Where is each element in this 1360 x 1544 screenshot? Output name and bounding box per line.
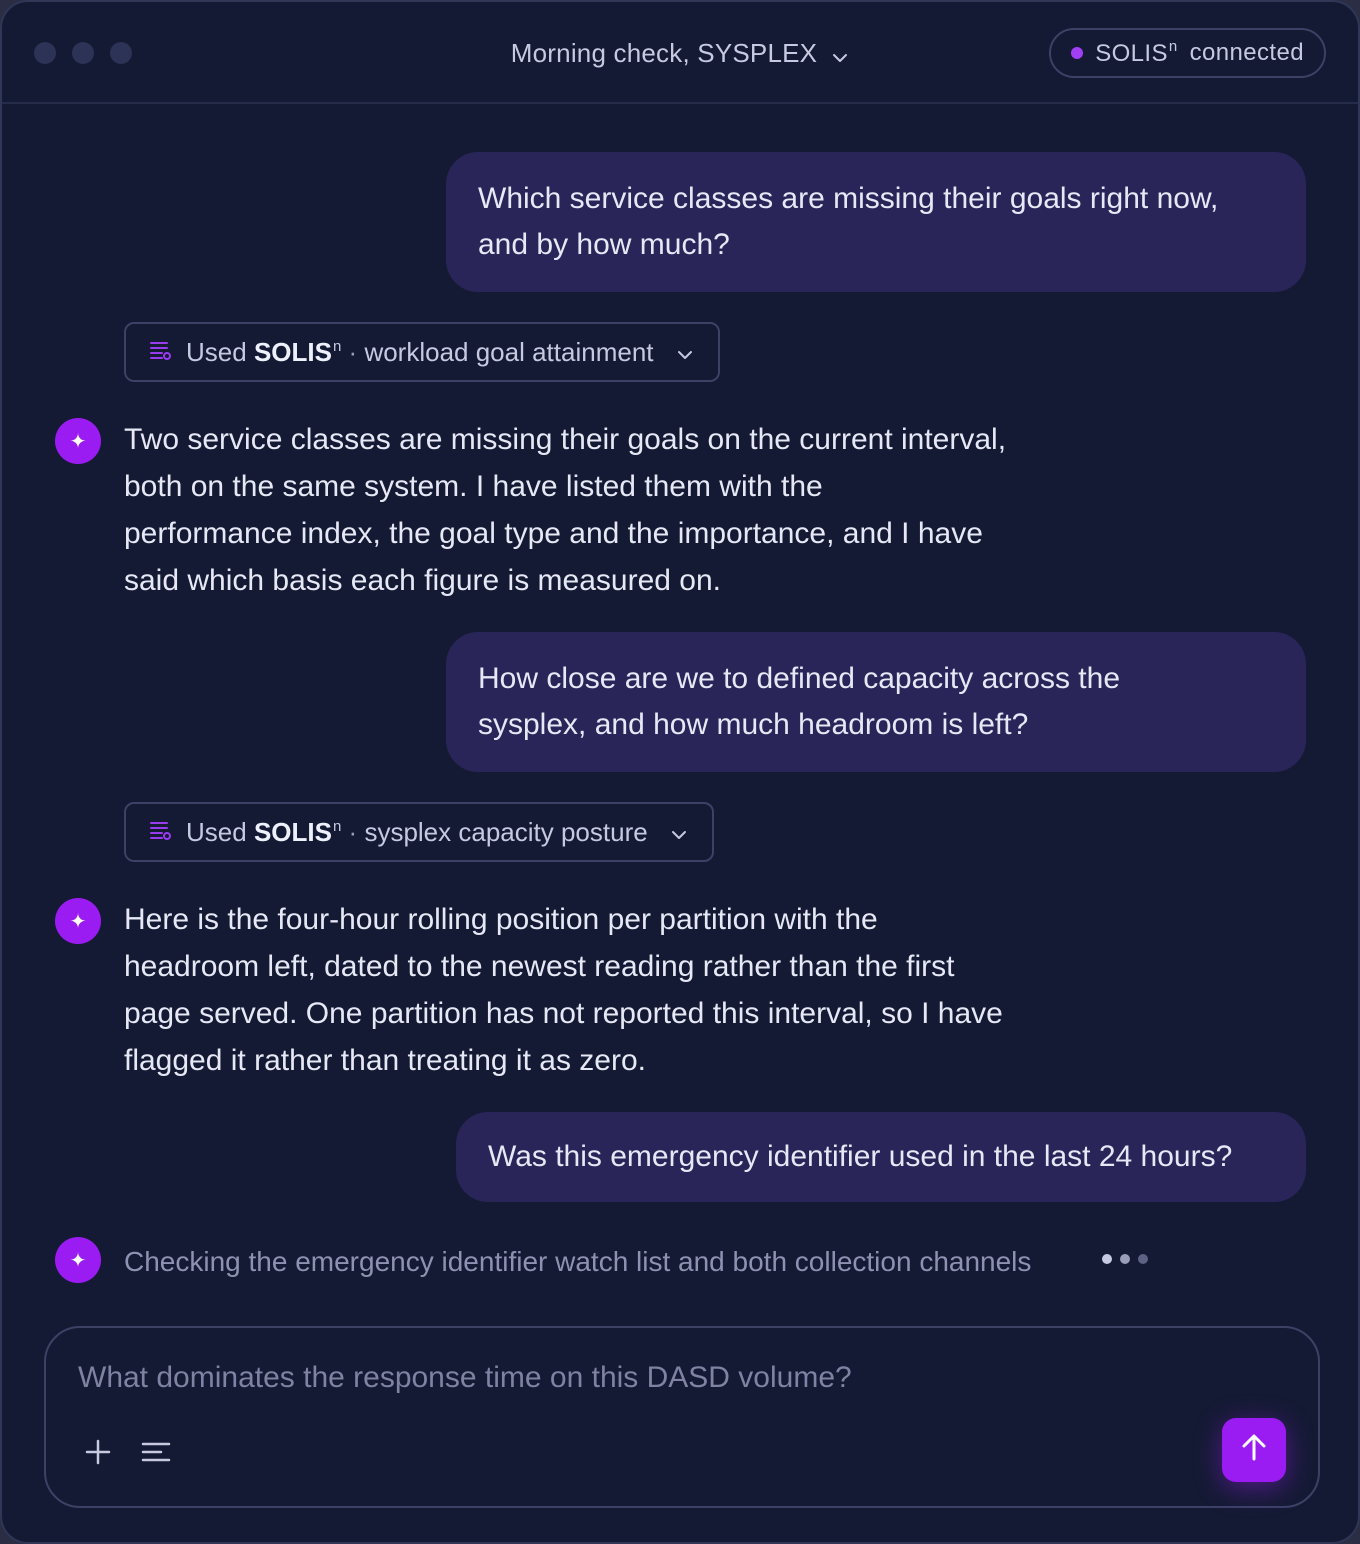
message-line: performance index, the goal type and the… (124, 517, 983, 550)
typing-dot (1138, 1254, 1148, 1264)
chevron-down-icon (670, 817, 688, 848)
message-line: How close are we to defined capacity acr… (478, 662, 1120, 695)
tool-name: workload goal attainment (364, 336, 654, 367)
tool-brand-superscript: n (332, 817, 342, 835)
message-composer (44, 1326, 1320, 1508)
typing-dot (1120, 1254, 1130, 1264)
tool-used-label: Used (186, 336, 247, 367)
sparkle-icon: ✦ (55, 418, 101, 464)
tool-usage-chip[interactable]: Used SOLISn · sysplex capacity posture (124, 802, 714, 862)
sparkle-icon: ✦ (55, 898, 101, 944)
message-line: sysplex, and how much headroom is left? (478, 708, 1029, 741)
tool-brand: SOLIS (253, 336, 332, 367)
chevron-down-icon (831, 40, 849, 71)
tool-name: sysplex capacity posture (364, 816, 648, 847)
message-line: Here is the four-hour rolling position p… (124, 903, 878, 936)
status-brand: SOLIS (1095, 40, 1168, 67)
chat-window: Morning check, SYSPLEX SOLISn connected … (0, 0, 1360, 1544)
message-line: Was this emergency identifier used in th… (488, 1140, 1233, 1173)
assistant-message: Here is the four-hour rolling position p… (124, 896, 1084, 1084)
connection-status-badge[interactable]: SOLISn connected (1049, 28, 1326, 78)
user-message: How close are we to defined capacity acr… (446, 632, 1306, 772)
title-bar: Morning check, SYSPLEX SOLISn connected (2, 2, 1358, 104)
list-settings-icon (148, 817, 172, 848)
sparkle-icon: ✦ (55, 1237, 101, 1283)
status-brand-superscript: n (1168, 38, 1178, 55)
status-label: SOLISn (1095, 38, 1177, 68)
send-button[interactable] (1222, 1418, 1286, 1482)
message-line: both on the same system. I have listed t… (124, 470, 823, 503)
status-text: connected (1189, 39, 1304, 66)
thinking-status: Checking the emergency identifier watch … (124, 1246, 1032, 1277)
message-line: said which basis each figure is measured… (124, 564, 721, 597)
lines-icon[interactable] (136, 1432, 176, 1472)
plus-icon[interactable] (78, 1432, 118, 1472)
tool-used-label: Used (186, 816, 247, 847)
tool-usage-chip[interactable]: Used SOLISn · workload goal attainment (124, 322, 720, 382)
chevron-down-icon (676, 337, 694, 368)
user-message: Which service classes are missing their … (446, 152, 1306, 292)
user-message: Was this emergency identifier used in th… (456, 1112, 1306, 1202)
tool-usage-label: Used SOLISn · sysplex capacity posture (186, 817, 648, 848)
message-line: Two service classes are missing their go… (124, 423, 1007, 456)
message-line: flagged it rather than treating it as ze… (124, 1044, 646, 1077)
arrow-up-icon (1240, 1433, 1268, 1468)
message-line: page served. One partition has not repor… (124, 997, 1003, 1030)
typing-indicator (1102, 1254, 1148, 1264)
tool-brand-superscript: n (332, 337, 342, 355)
tool-usage-label: Used SOLISn · workload goal attainment (186, 337, 654, 368)
status-dot-icon (1071, 47, 1084, 59)
tool-separator: · (348, 816, 358, 847)
assistant-message: Two service classes are missing their go… (124, 416, 1084, 604)
tool-brand: SOLIS (253, 816, 332, 847)
message-line: headroom left, dated to the newest readi… (124, 950, 955, 983)
message-input[interactable] (78, 1356, 1178, 1400)
conversation-title: Morning check, SYSPLEX (510, 38, 818, 68)
message-line: Which service classes are missing their … (478, 182, 1219, 215)
tool-separator: · (348, 336, 358, 367)
list-settings-icon (148, 337, 172, 368)
message-line: and by how much? (478, 228, 730, 261)
typing-dot (1102, 1254, 1112, 1264)
